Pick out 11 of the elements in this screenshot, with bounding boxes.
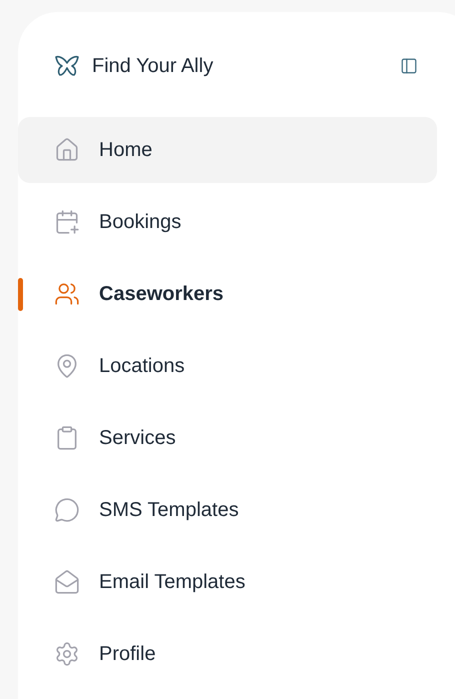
nav-item[interactable]: Email Templates <box>18 549 437 615</box>
butterfly-logo-icon <box>54 54 80 76</box>
nav-item[interactable]: Caseworkers <box>18 261 437 327</box>
sidebar-toggle-icon <box>400 56 418 74</box>
nav-item[interactable]: SMS Templates <box>18 477 437 543</box>
brand-title: Find Your Ally <box>92 54 214 78</box>
nav-item[interactable]: Bookings <box>18 189 437 255</box>
nav-item[interactable]: Home <box>18 117 437 183</box>
nav-item[interactable]: Profile <box>18 621 437 687</box>
nav-item[interactable]: Locations <box>18 333 437 399</box>
nav-item[interactable]: Services <box>18 405 437 471</box>
